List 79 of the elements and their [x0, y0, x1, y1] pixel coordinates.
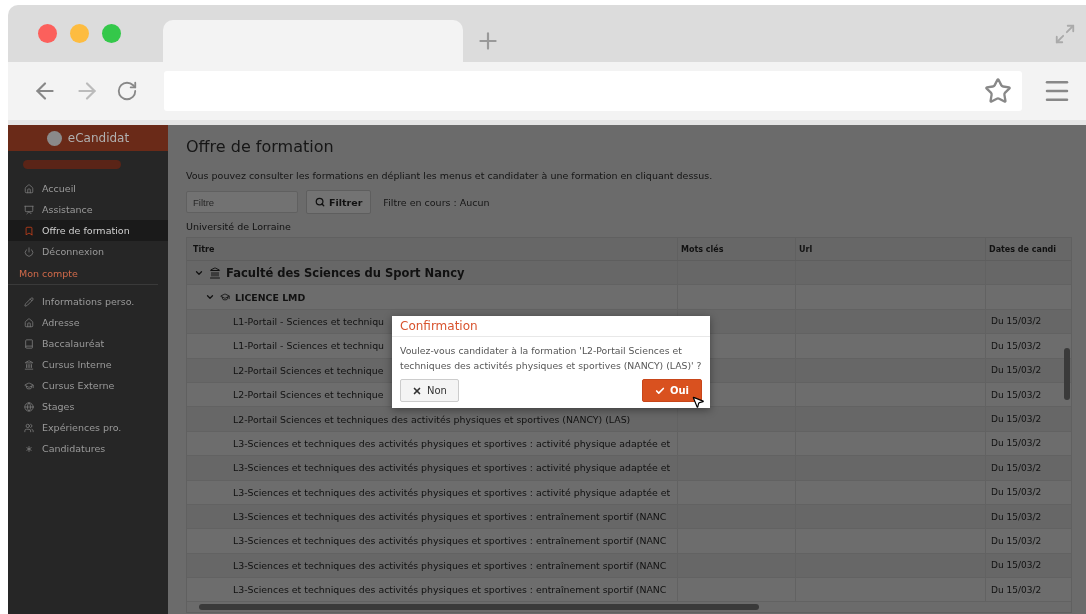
column-header[interactable]: Mots clés — [677, 238, 795, 260]
bank-icon — [209, 266, 221, 279]
dates-cell: Du 15/03/2 — [985, 529, 1063, 553]
pencil-icon — [24, 296, 34, 307]
check-icon — [654, 385, 665, 396]
dialog-message: Voulez-vous candidater à la formation 'L2-Portail Sciences et techniques des activités physiques et sportives (NANCY) (LAS)' ? — [400, 344, 702, 373]
book-icon — [24, 338, 34, 349]
dates-cell: Du 15/03/2 — [985, 334, 1063, 358]
formation-title[interactable]: L3-Sciences et techniques des activités physiques et sportives : activité physique adaptée et — [233, 437, 671, 449]
group-title: Faculté des Sciences du Sport Nancy — [226, 265, 465, 280]
house-icon — [24, 183, 34, 194]
horizontal-scrollbar[interactable] — [199, 604, 759, 611]
dates-cell: Du 15/03/2 — [985, 553, 1063, 578]
presentation-icon — [24, 204, 34, 215]
sidebar-item[interactable]: Candidatures — [8, 438, 168, 459]
bookmark-icon — [24, 225, 34, 236]
sidebar-item[interactable]: Accueil — [8, 178, 168, 199]
dates-cell: Du 15/03/2 — [985, 504, 1063, 529]
column-header[interactable]: Dates de candi — [985, 238, 1063, 260]
star-icon[interactable] — [984, 77, 1012, 105]
bank-icon — [24, 359, 34, 370]
zoom-dot-icon[interactable] — [102, 24, 121, 43]
dates-cell: Du 15/03/2 — [985, 578, 1063, 602]
intro-text: Vous pouvez consulter les formations en dépliant les menus et candidater à une formation en cliquant dessus. — [186, 170, 714, 181]
formation-title[interactable]: L2-Portail Sciences et techniques des activités physiques et sportives (NANCY) (LAS) — [233, 413, 631, 425]
page-title: Offre de formation — [186, 137, 335, 156]
vertical-scrollbar[interactable] — [1064, 348, 1070, 400]
formation-title[interactable]: L2-Portail Sciences et technique — [233, 389, 384, 401]
house-icon — [24, 317, 34, 328]
dates-cell: Du 15/03/2 — [985, 358, 1063, 382]
dates-cell: Du 15/03/2 — [985, 407, 1063, 431]
dates-cell: Du 15/03/2 — [985, 382, 1063, 407]
sidebar-item[interactable]: Adresse — [8, 312, 168, 333]
sidebar-item[interactable]: Déconnexion — [8, 241, 168, 262]
dates-cell: Du 15/03/2 — [985, 480, 1063, 504]
minimize-dot-icon[interactable] — [70, 24, 89, 43]
app-name: eCandidat — [67, 131, 130, 145]
sidebar-item[interactable]: Expériences pro. — [8, 417, 168, 438]
formation-title[interactable]: L2-Portail Sciences et technique — [233, 364, 384, 376]
expand-icon[interactable] — [1054, 22, 1076, 45]
globe-icon — [24, 401, 34, 412]
filter-field[interactable]: Filtre — [186, 191, 298, 213]
group-title: LICENCE LMD — [235, 291, 306, 303]
graduation-cap-icon — [220, 292, 230, 303]
close-icon — [412, 385, 422, 396]
people-icon — [24, 422, 34, 433]
sidebar-section-title: Mon compte — [8, 262, 158, 285]
sidebar-item[interactable]: Assistance — [8, 199, 168, 220]
search-icon — [315, 197, 325, 207]
column-header[interactable]: Titre — [187, 238, 677, 260]
column-header[interactable]: Url — [795, 238, 985, 260]
dates-cell: Du 15/03/2 — [985, 309, 1063, 334]
filter-button[interactable]: Filtrer — [306, 190, 372, 214]
logo-icon — [46, 130, 62, 146]
formation-title[interactable]: L3-Sciences et techniques des activités physiques et sportives : entraînement sportif (NANC — [233, 511, 667, 523]
formation-title[interactable]: L1-Portail - Sciences et techniqu — [233, 315, 385, 327]
formation-title[interactable]: L1-Portail - Sciences et techniqu — [233, 340, 385, 352]
formation-title[interactable]: L3-Sciences et techniques des activités physiques et sportives : activité physique adaptée et — [233, 486, 671, 498]
formation-title[interactable]: L3-Sciences et techniques des activités physiques et sportives : activité physique adaptée et — [233, 462, 671, 474]
sidebar-item[interactable]: Baccalauréat — [8, 333, 168, 354]
asterisk-icon — [24, 443, 34, 454]
university-label: Université de Lorraine — [186, 221, 292, 232]
formation-title[interactable]: L3-Sciences et techniques des activités physiques et sportives : entraînement sportif (NANC — [233, 584, 667, 596]
formation-title[interactable]: L3-Sciences et techniques des activités physiques et sportives : entraînement sportif (NANC — [233, 535, 667, 547]
sidebar-item[interactable]: Cursus Interne — [8, 354, 168, 375]
no-button[interactable]: Non — [400, 379, 459, 402]
close-dot-icon[interactable] — [38, 24, 57, 43]
sidebar-item[interactable]: Offre de formation — [8, 220, 168, 241]
dates-cell: Du 15/03/2 — [985, 431, 1063, 456]
reload-icon[interactable] — [116, 80, 138, 102]
dates-cell: Du 15/03/2 — [985, 456, 1063, 480]
dialog-title: Confirmation — [392, 316, 710, 337]
power-icon — [24, 246, 34, 257]
graduation-cap-icon — [24, 380, 34, 391]
formation-title[interactable]: L3-Sciences et techniques des activités physiques et sportives : entraînement sportif (NANC — [233, 559, 667, 571]
filter-status: Filtre en cours : Aucun — [383, 196, 490, 208]
sidebar-item[interactable]: Cursus Externe — [8, 375, 168, 396]
sidebar-item[interactable]: Stages — [8, 396, 168, 417]
sidebar-item[interactable]: Informations perso. — [8, 291, 168, 312]
